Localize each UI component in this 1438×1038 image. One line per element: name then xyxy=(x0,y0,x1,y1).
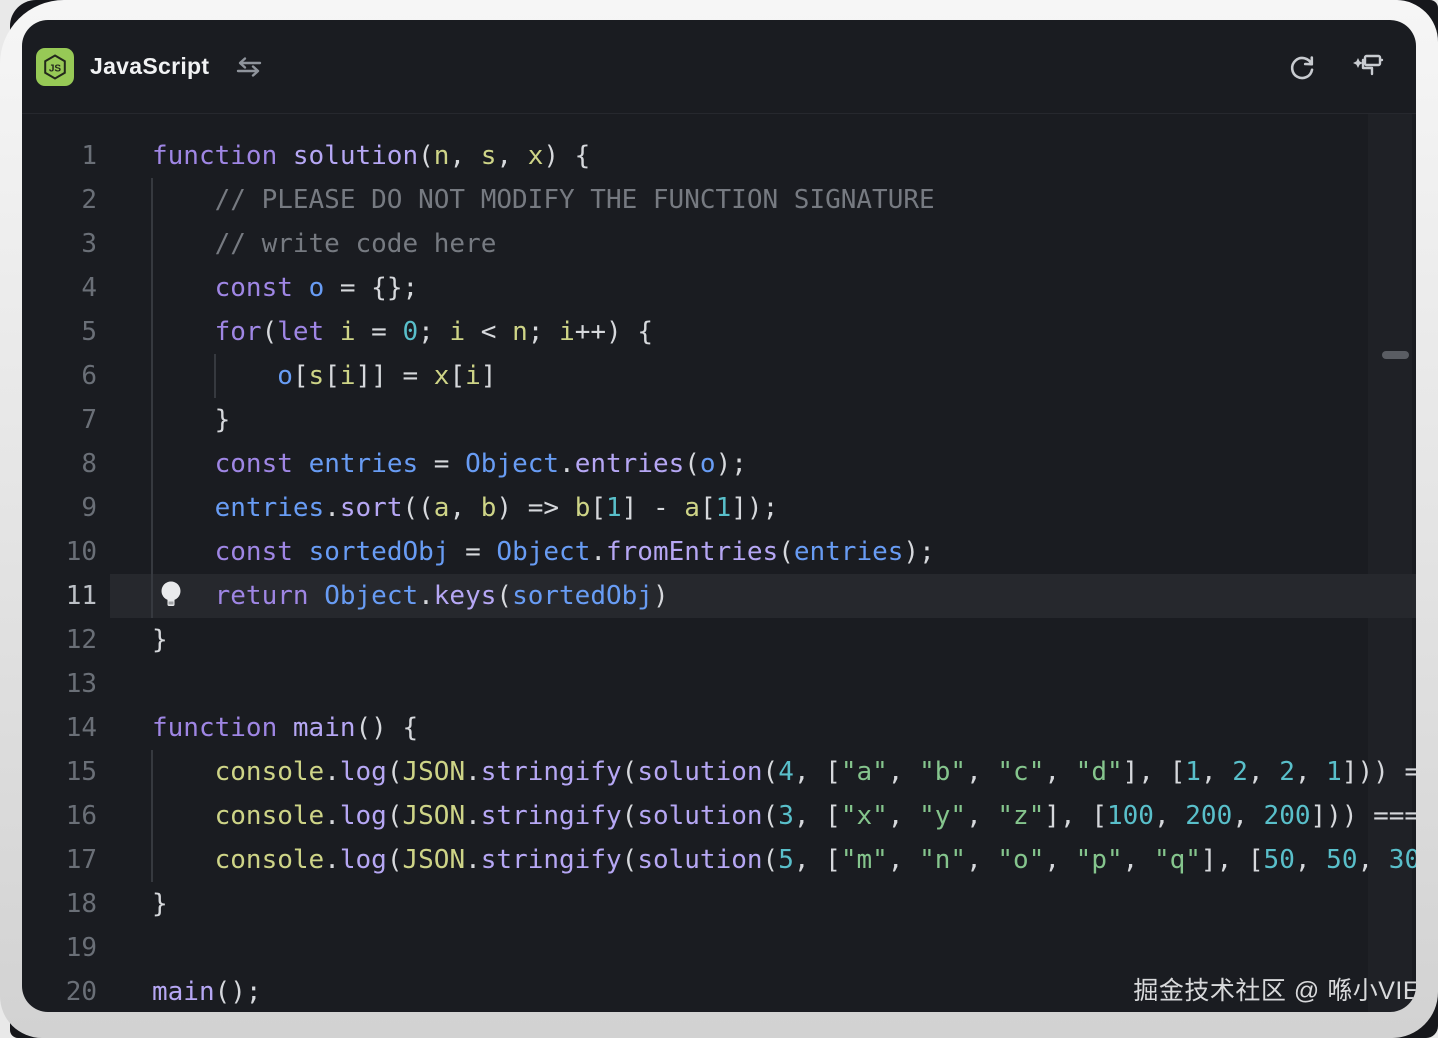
code-line[interactable]: 15 console.log(JSON.stringify(solution(4… xyxy=(22,750,1416,794)
code-text: } xyxy=(152,882,168,926)
scrollbar-thumb[interactable] xyxy=(1382,351,1409,359)
code-line[interactable]: 6 o[s[i]] = x[i] xyxy=(22,354,1416,398)
code-line[interactable]: 4 const o = {}; xyxy=(22,266,1416,310)
swap-language-icon[interactable] xyxy=(231,52,267,82)
line-number: 20 xyxy=(22,970,97,1012)
code-line[interactable]: 11 return Object.keys(sortedObj) xyxy=(22,574,1416,618)
nodejs-icon: JS xyxy=(36,48,74,86)
code-line[interactable]: 12} xyxy=(22,618,1416,662)
code-text: console.log(JSON.stringify(solution(4, [… xyxy=(152,750,1416,794)
line-number: 17 xyxy=(22,838,97,882)
code-line[interactable]: 2 // PLEASE DO NOT MODIFY THE FUNCTION S… xyxy=(22,178,1416,222)
line-number: 1 xyxy=(22,134,97,178)
language-title: JavaScript xyxy=(90,53,209,80)
code-text: function solution(n, s, x) { xyxy=(152,134,590,178)
code-text: // write code here xyxy=(152,222,496,266)
code-editor-card: JS JavaScript xyxy=(22,20,1416,1012)
line-number: 19 xyxy=(22,926,97,970)
code-text: const entries = Object.entries(o); xyxy=(152,442,747,486)
line-number: 7 xyxy=(22,398,97,442)
line-number: 18 xyxy=(22,882,97,926)
code-line[interactable]: 1 function solution(n, s, x) { xyxy=(22,134,1416,178)
code-text: entries.sort((a, b) => b[1] - a[1]); xyxy=(152,486,778,530)
line-number: 9 xyxy=(22,486,97,530)
code-line[interactable]: 10 const sortedObj = Object.fromEntries(… xyxy=(22,530,1416,574)
svg-text:JS: JS xyxy=(49,63,62,74)
line-number: 3 xyxy=(22,222,97,266)
editor-header: JS JavaScript xyxy=(22,20,1416,114)
code-text: main(); xyxy=(152,970,262,1012)
line-number: 12 xyxy=(22,618,97,662)
line-number: 5 xyxy=(22,310,97,354)
line-number: 2 xyxy=(22,178,97,222)
code-text: console.log(JSON.stringify(solution(5, [… xyxy=(152,838,1416,882)
code-text: return Object.keys(sortedObj) xyxy=(152,574,669,618)
code-line[interactable]: 18} xyxy=(22,882,1416,926)
watermark: 掘金技术社区 @ 喺小VIE xyxy=(1133,971,1416,1007)
code-text: const sortedObj = Object.fromEntries(ent… xyxy=(152,530,935,574)
format-paint-icon[interactable] xyxy=(1346,49,1388,85)
code-text: const o = {}; xyxy=(152,266,418,310)
code-text: o[s[i]] = x[i] xyxy=(152,354,496,398)
code-line[interactable]: 13 xyxy=(22,662,1416,706)
line-number: 16 xyxy=(22,794,97,838)
lightbulb-icon[interactable] xyxy=(158,580,184,613)
code-line[interactable]: 5 for(let i = 0; i < n; i++) { xyxy=(22,310,1416,354)
line-number: 14 xyxy=(22,706,97,750)
code-text: console.log(JSON.stringify(solution(3, [… xyxy=(152,794,1416,838)
code-text: // PLEASE DO NOT MODIFY THE FUNCTION SIG… xyxy=(152,178,935,222)
code-rows: 1function solution(n, s, x) {2 // PLEASE… xyxy=(22,134,1416,1012)
code-line[interactable]: 19 xyxy=(22,926,1416,970)
code-text: function main() { xyxy=(152,706,418,750)
code-line[interactable]: 14 function main() { xyxy=(22,706,1416,750)
code-line[interactable]: 16 console.log(JSON.stringify(solution(3… xyxy=(22,794,1416,838)
code-line[interactable]: 8 const entries = Object.entries(o); xyxy=(22,442,1416,486)
line-number: 13 xyxy=(22,662,97,706)
code-editor[interactable]: 1function solution(n, s, x) {2 // PLEASE… xyxy=(22,114,1416,1012)
code-line[interactable]: 7 } xyxy=(22,398,1416,442)
line-number: 4 xyxy=(22,266,97,310)
code-text: } xyxy=(152,398,230,442)
line-number: 10 xyxy=(22,530,97,574)
line-number: 6 xyxy=(22,354,97,398)
code-text: } xyxy=(152,618,168,662)
code-text: for(let i = 0; i < n; i++) { xyxy=(152,310,653,354)
line-number: 15 xyxy=(22,750,97,794)
line-number: 11 xyxy=(22,574,97,618)
code-line[interactable]: 9 entries.sort((a, b) => b[1] - a[1]); xyxy=(22,486,1416,530)
line-number: 8 xyxy=(22,442,97,486)
code-line[interactable]: 17 console.log(JSON.stringify(solution(5… xyxy=(22,838,1416,882)
refresh-icon[interactable] xyxy=(1284,49,1320,85)
code-line[interactable]: 3 // write code here xyxy=(22,222,1416,266)
